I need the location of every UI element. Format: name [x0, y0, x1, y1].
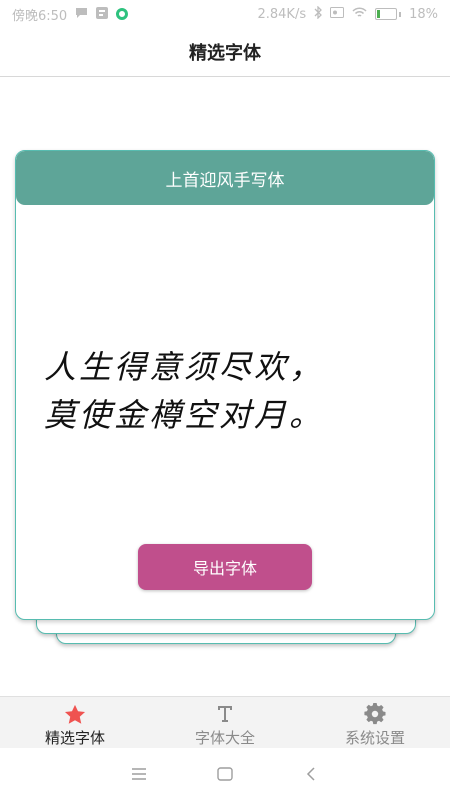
tab-label: 系统设置: [344, 729, 405, 747]
battery-percent: 18%: [409, 6, 438, 22]
chat-bubble-icon: [75, 7, 88, 22]
notification-icon: [96, 6, 109, 22]
sim-icon: [330, 7, 345, 21]
bluetooth-icon: [314, 5, 323, 22]
status-bar: 傍晚6:50 2.84K/s 18%: [0, 0, 450, 28]
tab-all-fonts[interactable]: 字体大全: [150, 697, 300, 749]
back-icon[interactable]: [268, 767, 354, 781]
app-icon: [116, 8, 129, 20]
system-nav-bar: [0, 748, 450, 800]
font-name: 上首迎风手写体: [165, 170, 285, 191]
wifi-icon: [352, 7, 367, 21]
star-icon: [64, 703, 86, 725]
status-left: 傍晚6:50: [12, 5, 129, 24]
tab-label: 精选字体: [44, 729, 105, 747]
sample-line: 人生得意须尽欢，: [44, 348, 325, 386]
status-time: 傍晚6:50: [12, 8, 68, 24]
status-right: 2.84K/s 18%: [257, 5, 438, 22]
home-icon[interactable]: [182, 767, 268, 781]
gear-icon: [364, 703, 386, 725]
bottom-tab-bar: 精选字体 字体大全 系统设置: [0, 696, 450, 749]
page-title: 精选字体: [189, 43, 261, 64]
font-icon: [217, 703, 233, 725]
tab-system-settings[interactable]: 系统设置: [300, 697, 450, 749]
export-font-button[interactable]: 导出字体: [138, 544, 312, 590]
font-sample-text: 人生得意须尽欢， 莫使金樽空对月。: [44, 343, 404, 439]
tab-label: 字体大全: [194, 729, 255, 747]
network-speed: 2.84K/s: [257, 6, 307, 22]
font-card-header: 上首迎风手写体: [16, 151, 434, 205]
page-title-bar: 精选字体: [0, 28, 450, 77]
battery-icon: [375, 8, 402, 20]
sample-line: 莫使金樽空对月。: [44, 396, 325, 434]
menu-icon[interactable]: [96, 768, 182, 780]
font-card[interactable]: 上首迎风手写体 人生得意须尽欢， 莫使金樽空对月。 导出字体: [15, 150, 435, 620]
tab-featured-fonts[interactable]: 精选字体: [0, 697, 150, 749]
